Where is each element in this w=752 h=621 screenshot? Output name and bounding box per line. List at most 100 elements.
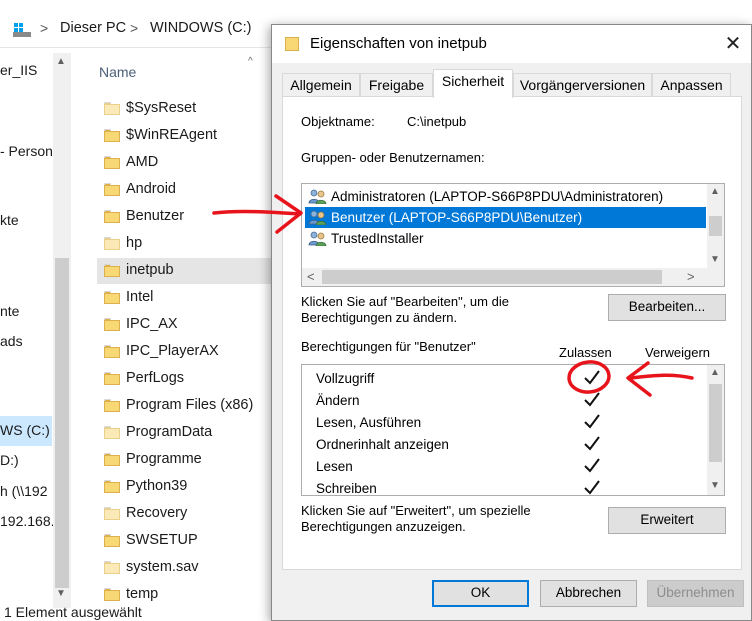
scroll-up-icon[interactable]: ▲ <box>710 367 720 378</box>
security-tab-page: Objektname: C:\inetpub Gruppen- oder Ben… <box>282 96 742 570</box>
nav-item[interactable]: - Person <box>0 143 53 159</box>
file-row[interactable]: Recovery <box>100 501 272 527</box>
scroll-up-icon[interactable]: ▲ <box>710 186 720 197</box>
folder-icon <box>104 372 120 385</box>
properties-dialog: Eigenschaften von inetpub ✕ Allgemein Fr… <box>271 24 752 621</box>
cancel-button[interactable]: Abbrechen <box>540 580 637 607</box>
file-row[interactable]: ProgramData <box>100 420 272 446</box>
windows-pc-icon <box>13 23 31 37</box>
file-name: AMD <box>126 154 159 170</box>
folder-icon <box>104 264 120 277</box>
sort-up-icon: ^ <box>248 56 253 67</box>
file-row[interactable]: Program Files (x86) <box>100 393 272 419</box>
users-icon <box>308 231 328 247</box>
file-name: Recovery <box>126 505 188 521</box>
file-row[interactable]: $SysReset <box>100 96 272 122</box>
permission-name: Ändern <box>316 393 360 408</box>
file-row[interactable]: inetpub <box>97 258 287 284</box>
nav-item[interactable]: WS (C:) <box>0 416 52 446</box>
scroll-down-icon[interactable]: ▼ <box>56 588 66 599</box>
folder-icon <box>104 507 120 520</box>
file-name: inetpub <box>126 262 174 278</box>
file-row[interactable]: $WinREAgent <box>100 123 272 149</box>
nav-item[interactable]: h (\\192 <box>0 483 47 499</box>
file-row[interactable]: IPC_AX <box>100 312 272 338</box>
column-header-name[interactable]: Name <box>99 64 136 80</box>
file-row[interactable]: Programme <box>100 447 272 473</box>
permission-name: Ordnerinhalt anzeigen <box>316 437 449 452</box>
dialog-titlebar[interactable]: Eigenschaften von inetpub ✕ <box>272 25 751 63</box>
address-bar[interactable]: > Dieser PC > WINDOWS (C:) <box>0 10 280 48</box>
scrollbar-thumb[interactable] <box>322 270 662 284</box>
apply-button[interactable]: Übernehmen <box>647 580 744 607</box>
scrollbar-thumb[interactable] <box>709 384 722 462</box>
close-icon[interactable]: ✕ <box>720 31 746 57</box>
breadcrumb-this-pc[interactable]: Dieser PC <box>60 20 126 36</box>
file-name: Benutzer <box>126 208 185 224</box>
folder-icon <box>104 534 120 547</box>
status-bar: 1 Element ausgewählt <box>4 604 142 620</box>
groups-vertical-scrollbar[interactable]: ▲ ▼ <box>707 184 724 269</box>
group-list-item[interactable]: Benutzer (LAPTOP-S66P8PDU\Benutzer) <box>305 207 706 228</box>
file-name: Python39 <box>126 478 188 494</box>
file-list: Name ^ $SysReset $WinREAgent AMD Android Ben… <box>72 52 287 612</box>
file-row[interactable]: hp <box>100 231 272 257</box>
scrollbar-thumb[interactable] <box>55 258 69 588</box>
tab-allgemein[interactable]: Allgemein <box>282 73 360 97</box>
tab-sicherheit[interactable]: Sicherheit <box>433 69 513 98</box>
permissions-scrollbar[interactable]: ▲ ▼ <box>707 365 724 495</box>
groups-listbox[interactable]: TrustedInstaller Benutzer (LAPTOP-S66P8PD… <box>301 183 725 287</box>
object-name-label: Objektname: <box>301 114 375 129</box>
permission-name: Lesen <box>316 459 353 474</box>
folder-icon <box>285 35 299 51</box>
nav-item[interactable]: er_IIS <box>0 62 37 78</box>
file-row[interactable]: SWSETUP <box>100 528 272 554</box>
folder-icon <box>104 156 120 169</box>
ok-button[interactable]: OK <box>432 580 529 607</box>
nav-item[interactable]: D:) <box>0 452 19 468</box>
advanced-button[interactable]: Erweitert <box>608 507 726 534</box>
tab-freigabe[interactable]: Freigabe <box>360 73 433 97</box>
group-list-item[interactable]: Administratoren (LAPTOP-S66P8PDU\Adminis… <box>305 186 706 207</box>
group-name: Administratoren (LAPTOP-S66P8PDU\Adminis… <box>331 189 664 204</box>
nav-scrollbar[interactable]: ▲ ▼ <box>53 53 71 608</box>
nav-item[interactable]: kte <box>0 212 19 228</box>
folder-icon <box>104 426 120 439</box>
nav-item[interactable]: 192.168. <box>0 513 55 529</box>
permissions-list[interactable]: Schreiben Lesen Ordnerinhalt anzeigen Lesen… <box>301 364 725 496</box>
scroll-up-icon[interactable]: ▲ <box>56 56 66 67</box>
groups-label: Gruppen- oder Benutzernamen: <box>301 150 485 165</box>
edit-button[interactable]: Bearbeiten... <box>608 294 726 321</box>
scroll-left-icon[interactable]: < <box>307 269 315 284</box>
permissions-label: Berechtigungen für "Benutzer" <box>301 339 476 354</box>
checkmark-icon <box>583 457 601 473</box>
file-row[interactable]: Python39 <box>100 474 272 500</box>
file-row[interactable]: Benutzer <box>100 204 272 230</box>
file-row[interactable]: AMD <box>100 150 272 176</box>
checkmark-icon <box>583 413 601 429</box>
chevron-right-icon: > <box>130 20 139 36</box>
breadcrumb-drive-c[interactable]: WINDOWS (C:) <box>150 20 251 36</box>
file-row[interactable]: IPC_PlayerAX <box>100 339 272 365</box>
scrollbar-thumb[interactable] <box>709 216 722 236</box>
nav-item[interactable]: ads <box>0 333 23 349</box>
file-row[interactable]: Intel <box>100 285 272 311</box>
nav-item[interactable]: nte <box>0 303 19 319</box>
file-name: Program Files (x86) <box>126 397 254 413</box>
tab-anpassen[interactable]: Anpassen <box>652 73 731 97</box>
groups-horizontal-scrollbar[interactable]: < > <box>302 268 724 286</box>
folder-icon <box>104 102 120 115</box>
file-row[interactable]: Android <box>100 177 272 203</box>
scroll-down-icon[interactable]: ▼ <box>710 254 720 265</box>
file-name: Programme <box>126 451 202 467</box>
group-list-item[interactable]: TrustedInstaller <box>305 228 706 249</box>
file-name: system.sav <box>126 559 199 575</box>
permission-name: Lesen, Ausführen <box>316 415 422 430</box>
file-row[interactable]: PerfLogs <box>100 366 272 392</box>
scroll-down-icon[interactable]: ▼ <box>710 480 720 491</box>
scroll-right-icon[interactable]: > <box>687 269 695 284</box>
permission-row: Lesen <box>302 456 706 478</box>
file-row[interactable]: system.sav <box>100 555 272 581</box>
tab-vorgaengerversionen[interactable]: Vorgängerversionen <box>513 73 652 97</box>
object-name-value: C:\inetpub <box>407 114 467 129</box>
